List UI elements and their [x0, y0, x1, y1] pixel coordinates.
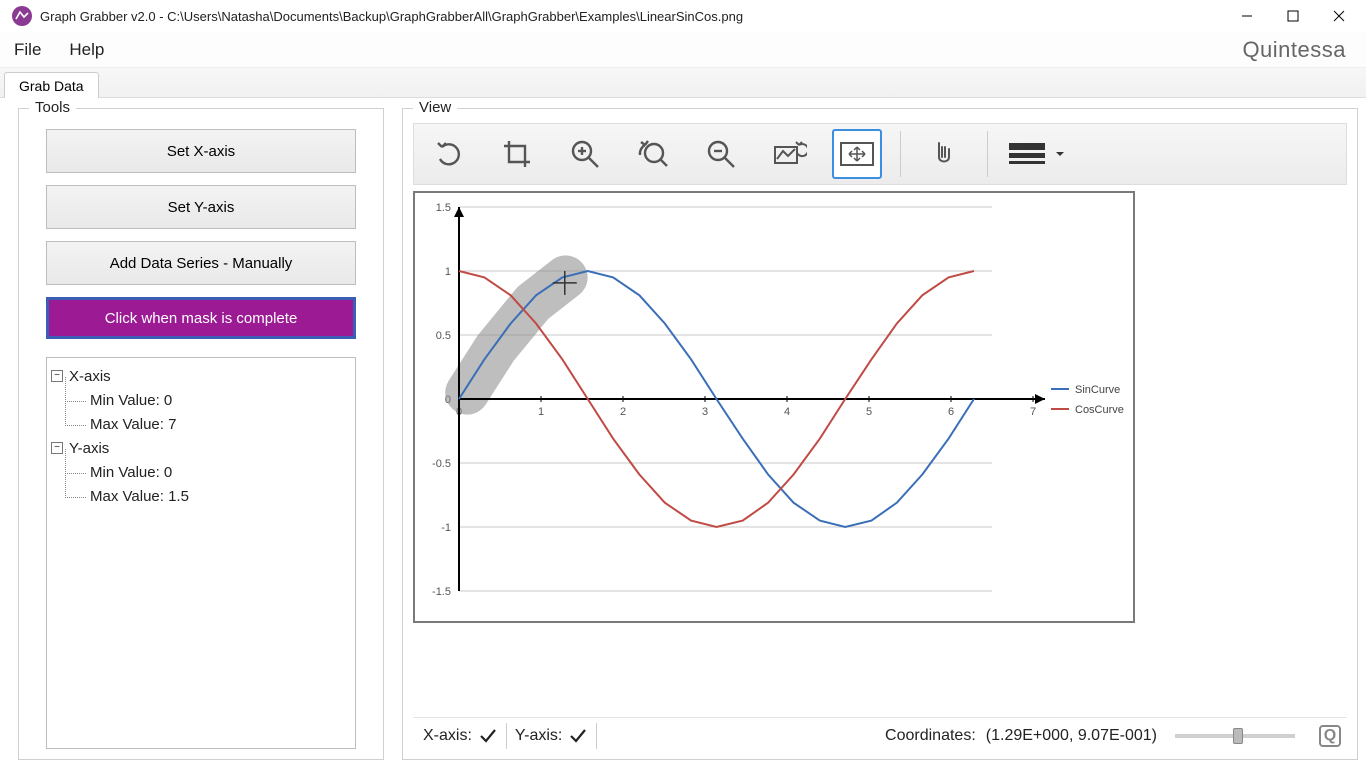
coords-value: (1.29E+000, 9.07E-001) — [986, 727, 1157, 745]
toolbar-separator — [987, 131, 988, 177]
set-x-axis-button[interactable]: Set X-axis — [46, 129, 356, 173]
add-data-series-button[interactable]: Add Data Series - Manually — [46, 241, 356, 285]
tree-y-min[interactable]: Min Value: 0 — [65, 460, 351, 484]
svg-text:1.5: 1.5 — [436, 202, 451, 214]
chart-canvas[interactable]: -1.5-1-0.500.511.501234567SinCurveCosCur… — [413, 191, 1135, 623]
svg-text:SinCurve: SinCurve — [1075, 384, 1120, 396]
tree-x-max[interactable]: Max Value: 7 — [65, 412, 351, 436]
axis-tree: − X-axis Min Value: 0 Max Value: 7 − Y-a… — [46, 357, 356, 749]
mask-complete-button[interactable]: Click when mask is complete — [46, 297, 356, 339]
coords-label: Coordinates: — [885, 727, 976, 745]
zoom-out-icon[interactable] — [696, 129, 746, 179]
undo-icon[interactable] — [424, 129, 474, 179]
svg-text:5: 5 — [866, 406, 872, 418]
collapse-icon[interactable]: − — [51, 442, 63, 454]
svg-text:6: 6 — [948, 406, 954, 418]
maximize-button[interactable] — [1270, 0, 1316, 32]
status-x-label: X-axis: — [423, 727, 472, 745]
brand-logo: Quintessa — [1242, 37, 1352, 63]
view-panel: View — [402, 108, 1358, 760]
status-y-label: Y-axis: — [515, 727, 562, 745]
quintessa-icon: Q — [1319, 725, 1341, 747]
close-button[interactable] — [1316, 0, 1362, 32]
svg-text:CosCurve: CosCurve — [1075, 404, 1124, 416]
zoom-in-icon[interactable] — [560, 129, 610, 179]
menu-file[interactable]: File — [14, 40, 41, 60]
svg-text:-1: -1 — [441, 522, 451, 534]
menubar: File Help Quintessa — [0, 32, 1366, 68]
toolbar-separator — [900, 131, 901, 177]
collapse-icon[interactable]: − — [51, 370, 63, 382]
titlebar: Graph Grabber v2.0 - C:\Users\Natasha\Do… — [0, 0, 1366, 32]
fit-view-icon[interactable] — [832, 129, 882, 179]
tools-panel: Tools Set X-axis Set Y-axis Add Data Ser… — [18, 108, 384, 760]
tree-x-min[interactable]: Min Value: 0 — [65, 388, 351, 412]
tree-y-axis[interactable]: − Y-axis — [51, 436, 351, 460]
refresh-chart-icon[interactable] — [764, 129, 814, 179]
minimize-button[interactable] — [1224, 0, 1270, 32]
menu-help[interactable]: Help — [69, 40, 104, 60]
view-legend: View — [413, 99, 457, 116]
view-toolbar — [413, 123, 1347, 185]
window-title: Graph Grabber v2.0 - C:\Users\Natasha\Do… — [40, 9, 1224, 24]
svg-text:2: 2 — [620, 406, 626, 418]
svg-text:4: 4 — [784, 406, 790, 418]
tab-grab-data[interactable]: Grab Data — [4, 72, 99, 98]
svg-text:-1.5: -1.5 — [432, 586, 451, 598]
tabstrip: Grab Data — [0, 68, 1366, 98]
svg-text:7: 7 — [1030, 406, 1036, 418]
set-y-axis-button[interactable]: Set Y-axis — [46, 185, 356, 229]
tools-legend: Tools — [29, 99, 76, 116]
line-weight-menu-icon[interactable] — [1006, 129, 1066, 179]
tree-y-max[interactable]: Max Value: 1.5 — [65, 484, 351, 508]
statusbar: X-axis: Y-axis: Coordinates: (1.29E+000,… — [413, 717, 1347, 753]
app-icon — [12, 6, 32, 26]
crop-icon[interactable] — [492, 129, 542, 179]
check-icon — [568, 727, 588, 745]
zoom-reset-icon[interactable] — [628, 129, 678, 179]
pointer-icon[interactable] — [919, 129, 969, 179]
check-icon — [478, 727, 498, 745]
svg-text:1: 1 — [445, 266, 451, 278]
svg-text:1: 1 — [538, 406, 544, 418]
svg-text:3: 3 — [702, 406, 708, 418]
tree-x-axis[interactable]: − X-axis — [51, 364, 351, 388]
svg-text:0.5: 0.5 — [436, 330, 451, 342]
slider-thumb[interactable] — [1233, 728, 1243, 744]
svg-text:-0.5: -0.5 — [432, 458, 451, 470]
zoom-slider[interactable] — [1175, 734, 1295, 738]
